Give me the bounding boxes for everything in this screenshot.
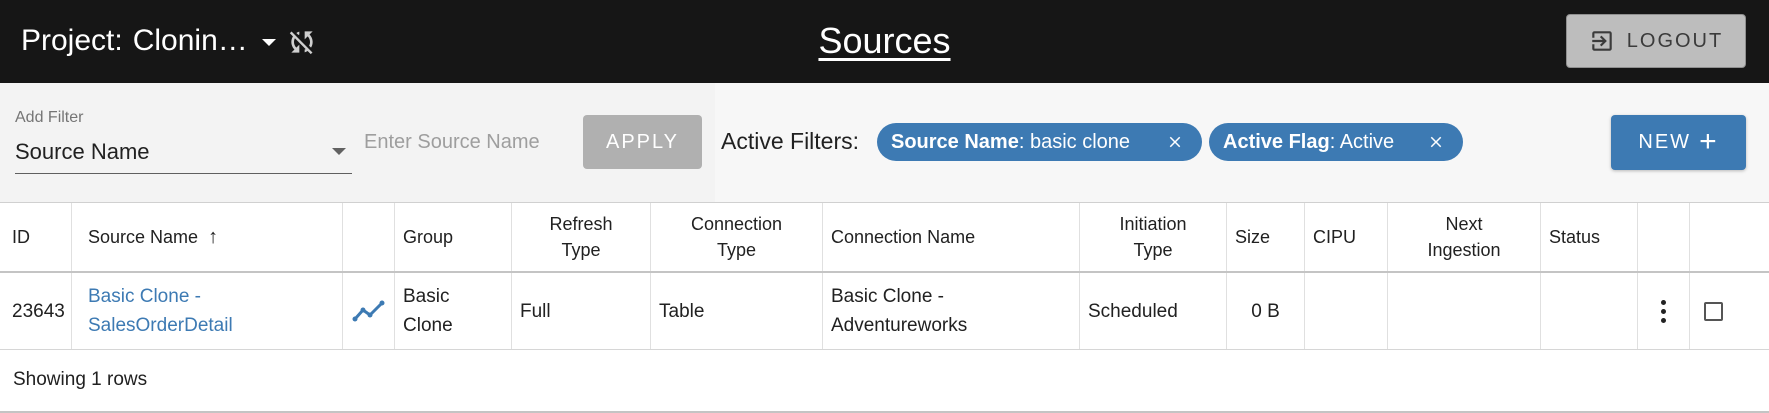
chip-key: Source Name bbox=[891, 130, 1019, 153]
project-label: Project: bbox=[21, 24, 123, 57]
header-actions bbox=[1637, 203, 1689, 271]
filter-type-value: Source Name bbox=[15, 139, 150, 164]
plus-icon: + bbox=[1699, 124, 1719, 158]
header-text: Ingestion bbox=[1427, 240, 1501, 260]
more-vert-icon[interactable] bbox=[1661, 299, 1666, 323]
table-footer: Showing 1 rows bbox=[0, 350, 1769, 413]
cell-next-ingestion bbox=[1387, 273, 1540, 349]
cell-id: 23643 bbox=[0, 273, 71, 349]
header-connection-name-label: Connection Name bbox=[831, 227, 976, 247]
add-filter-label: Add Filter bbox=[15, 109, 84, 126]
header-size-label: Size bbox=[1235, 227, 1271, 247]
cell-refresh-type: Full bbox=[511, 273, 650, 349]
header-status[interactable]: Status bbox=[1540, 203, 1637, 271]
header-group[interactable]: Group bbox=[394, 203, 511, 271]
logout-label: LOGOUT bbox=[1626, 29, 1724, 52]
cell-connection-type-value: Table bbox=[659, 300, 705, 322]
cell-group-value: Basic Clone bbox=[403, 282, 453, 340]
header-text: Refresh bbox=[549, 214, 613, 234]
header-text: Initiation bbox=[1119, 214, 1187, 234]
row-checkbox[interactable] bbox=[1704, 301, 1723, 321]
logout-button[interactable]: LOGOUT bbox=[1566, 14, 1746, 68]
cell-text: Basic Clone - bbox=[831, 286, 944, 307]
cell-connection-name-value: Basic Clone - Adventureworks bbox=[831, 282, 967, 340]
header-text: Connection bbox=[690, 214, 783, 234]
active-filters-label: Active Filters: bbox=[721, 128, 860, 154]
new-source-button[interactable]: NEW + bbox=[1611, 115, 1746, 170]
header-next-ingestion-label: Next Ingestion bbox=[1427, 211, 1500, 263]
filter-type-select[interactable]: Source Name bbox=[15, 136, 352, 174]
chevron-down-icon bbox=[261, 38, 276, 46]
header-source-name[interactable]: Source Name ↑ bbox=[71, 203, 342, 271]
header-initiation-type[interactable]: Initiation Type bbox=[1079, 203, 1226, 271]
close-icon[interactable] bbox=[1166, 133, 1184, 151]
header-connection-type[interactable]: Connection Type bbox=[650, 203, 822, 271]
cell-group: Basic Clone bbox=[394, 273, 511, 349]
header-connection-type-label: Connection Type bbox=[691, 211, 782, 263]
cell-status bbox=[1540, 273, 1637, 349]
cell-size-value: 0 B bbox=[1251, 300, 1280, 322]
filter-chip-active-flag: Active Flag : Active bbox=[1209, 123, 1463, 161]
cell-size: 0 B bbox=[1226, 273, 1304, 349]
chip-value: : basic clone bbox=[1018, 130, 1131, 153]
table-row: 23643 Basic Clone - SalesOrderDetail Basi… bbox=[0, 273, 1769, 350]
chip-key: Active Flag bbox=[1223, 130, 1330, 153]
project-selector[interactable]: Project: Clonin… bbox=[21, 20, 276, 62]
header-id[interactable]: ID bbox=[0, 203, 71, 271]
top-app-bar: Project: Clonin… Sources LOGOUT bbox=[0, 0, 1769, 83]
cell-id-value: 23643 bbox=[12, 300, 65, 322]
header-initiation-type-label: Initiation Type bbox=[1119, 211, 1186, 263]
new-label: NEW bbox=[1638, 131, 1692, 153]
cell-text: Adventureworks bbox=[831, 315, 968, 336]
link-text: SalesOrderDetail bbox=[88, 315, 233, 336]
trend-line-icon[interactable] bbox=[352, 298, 386, 324]
cell-connection-type: Table bbox=[650, 273, 822, 349]
chevron-down-icon bbox=[332, 148, 346, 155]
header-refresh-type-label: Refresh Type bbox=[549, 211, 612, 263]
cell-text: Clone bbox=[403, 315, 453, 336]
logout-icon bbox=[1592, 31, 1612, 51]
source-name-input[interactable] bbox=[364, 124, 564, 160]
sync-disabled-icon[interactable] bbox=[286, 26, 318, 58]
cell-source-name: Basic Clone - SalesOrderDetail bbox=[71, 273, 342, 349]
header-id-label: ID bbox=[12, 227, 30, 247]
header-trend bbox=[342, 203, 394, 271]
header-text: Type bbox=[1133, 240, 1173, 260]
link-text: Basic Clone - bbox=[88, 286, 201, 307]
filter-chip-source-name: Source Name : basic clone bbox=[877, 123, 1202, 161]
header-next-ingestion[interactable]: Next Ingestion bbox=[1387, 203, 1540, 271]
header-select bbox=[1689, 203, 1769, 271]
header-refresh-type[interactable]: Refresh Type bbox=[511, 203, 650, 271]
cell-initiation-type-value: Scheduled bbox=[1088, 300, 1178, 322]
header-text: Type bbox=[561, 240, 601, 260]
source-name-link[interactable]: Basic Clone - SalesOrderDetail bbox=[88, 282, 233, 340]
header-cipu-label: CIPU bbox=[1313, 227, 1357, 247]
chip-value: : Active bbox=[1329, 130, 1395, 153]
table-header-row: ID Source Name ↑ Group Refresh Type Conne… bbox=[0, 202, 1769, 273]
cell-connection-name: Basic Clone - Adventureworks bbox=[822, 273, 1079, 349]
header-group-label: Group bbox=[403, 227, 454, 247]
cell-select bbox=[1689, 273, 1769, 349]
header-size[interactable]: Size bbox=[1226, 203, 1304, 271]
arrow-up-icon: ↑ bbox=[208, 226, 219, 248]
header-text: Type bbox=[716, 240, 756, 260]
cell-text: Basic bbox=[403, 286, 450, 307]
header-connection-name[interactable]: Connection Name bbox=[822, 203, 1079, 271]
cell-initiation-type: Scheduled bbox=[1079, 273, 1226, 349]
header-cipu[interactable]: CIPU bbox=[1304, 203, 1387, 271]
project-value: Clonin… bbox=[132, 24, 248, 57]
cell-refresh-type-value: Full bbox=[520, 300, 551, 322]
apply-button[interactable]: APPLY bbox=[583, 115, 702, 169]
cell-cipu bbox=[1304, 273, 1387, 349]
cell-trend bbox=[342, 273, 394, 349]
header-status-label: Status bbox=[1549, 227, 1601, 247]
header-text: Next bbox=[1445, 214, 1483, 234]
row-count-text: Showing 1 rows bbox=[13, 369, 148, 390]
close-icon[interactable] bbox=[1427, 133, 1445, 151]
header-source-name-label: Source Name bbox=[88, 227, 199, 247]
cell-actions bbox=[1637, 273, 1689, 349]
